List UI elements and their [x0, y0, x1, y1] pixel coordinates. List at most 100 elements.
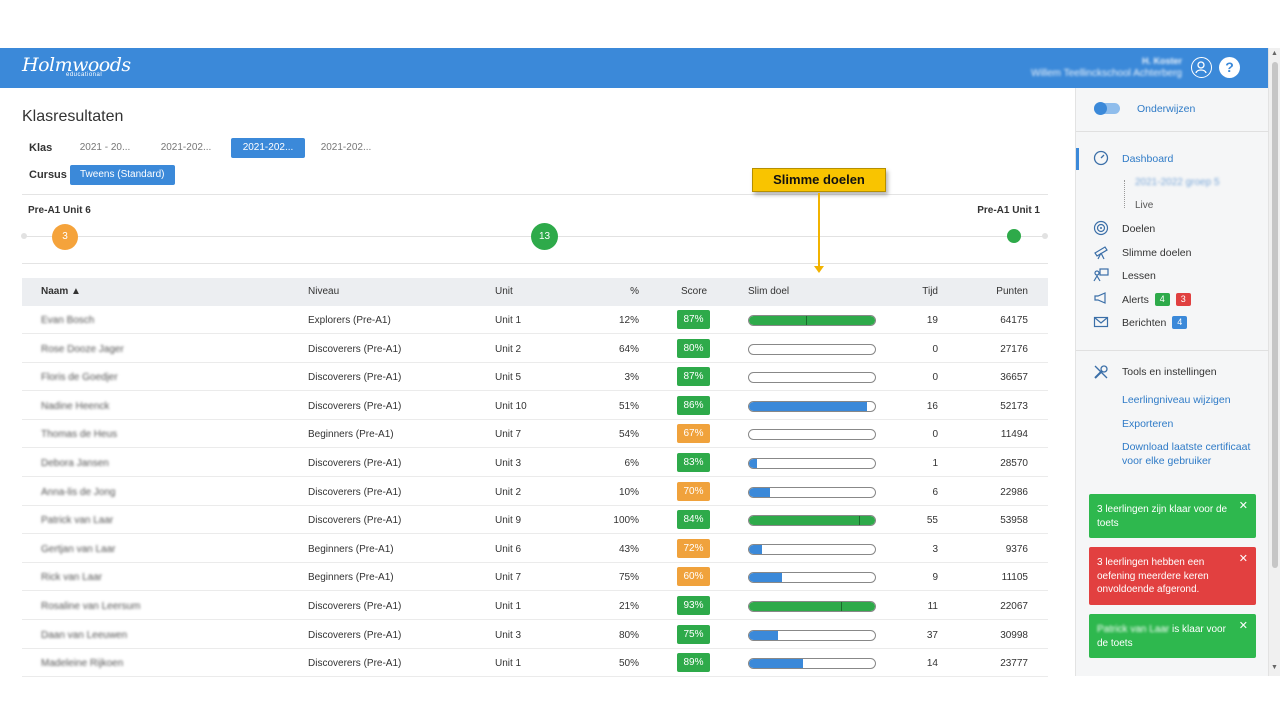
sidebar-item-dashboard[interactable]: Dashboard — [1122, 153, 1173, 165]
smart-goal-bar[interactable] — [748, 458, 876, 469]
table-row[interactable]: Patrick van Laar Discoverers (Pre-A1) Unit… — [22, 506, 1048, 535]
sidebar-item-berichten[interactable]: Berichten 4 — [1122, 316, 1188, 329]
table-row[interactable]: Gertjan van Laar Beginners (Pre-A1) Unit 6… — [22, 535, 1048, 563]
onderwijzen-link[interactable]: Onderwijzen — [1137, 103, 1195, 115]
smart-goal-bar[interactable] — [748, 515, 876, 527]
column-header-unit[interactable]: Unit — [495, 286, 513, 297]
column-header-punten[interactable]: Punten — [996, 286, 1028, 297]
course-tweens-button[interactable]: Tweens (Standard) — [70, 165, 175, 185]
column-header-slim-doel[interactable]: Slim doel — [748, 286, 789, 297]
smart-goal-bar-fill — [749, 573, 782, 583]
callout-arrow-line — [818, 193, 820, 267]
table-row[interactable]: Evan Bosch Explorers (Pre-A1) Unit 1 12% 87%… — [22, 306, 1048, 334]
student-points: 28570 — [1000, 458, 1028, 469]
column-header-naam[interactable]: Naam ▲ — [41, 286, 81, 297]
student-level: Discoverers (Pre-A1) — [308, 372, 402, 384]
smart-goal-bar[interactable] — [748, 315, 876, 326]
sidebar-item-slimme-doelen[interactable]: Slimme doelen — [1122, 247, 1191, 259]
class-tab-2[interactable]: 2021-202... — [149, 138, 223, 158]
sidebar-item-doelen[interactable]: Doelen — [1122, 223, 1155, 235]
student-level: Explorers (Pre-A1) — [308, 315, 391, 326]
smart-goal-bar[interactable] — [748, 429, 876, 441]
table-row[interactable]: Rose Dooze Jager Discoverers (Pre-A1) Unit… — [22, 335, 1048, 363]
smart-goal-bar[interactable] — [748, 400, 876, 412]
page-scrollbar[interactable]: ▲ ▼ — [1268, 48, 1280, 676]
score-badge: 70% — [677, 481, 710, 501]
alerts-green-badge[interactable]: 4 — [1154, 293, 1170, 306]
student-name: Nadine Heenck — [41, 400, 110, 412]
sidebar-sub-live[interactable]: Live — [1135, 200, 1153, 211]
table-row[interactable]: Nadine Heenck Discoverers (Pre-A1) Unit 10… — [22, 392, 1048, 420]
progress-marker-orange[interactable]: 3 — [52, 224, 78, 250]
holmwoods-logo[interactable]: Holmwoods educational — [22, 54, 131, 78]
sidebar-item-lessen[interactable]: Lessen — [1122, 270, 1156, 282]
smart-goal-bar[interactable] — [748, 486, 876, 498]
close-icon[interactable]: ✕ — [1239, 500, 1248, 514]
alerts-red-badge[interactable]: 3 — [1175, 293, 1191, 306]
smart-goal-target-tick — [805, 316, 807, 325]
student-level: Discoverers (Pre-A1) — [308, 629, 402, 641]
slimme-doelen-callout: Slimme doelen — [752, 168, 886, 192]
table-row[interactable]: Thomas de Heus Beginners (Pre-A1) Unit 7 54… — [22, 420, 1048, 449]
exporteren-link[interactable]: Exporteren — [1122, 418, 1173, 430]
table-row[interactable]: Rick van Laar Beginners (Pre-A1) Unit 7 75%… — [22, 563, 1048, 592]
student-percentage: 3% — [624, 372, 639, 384]
top-header: Holmwoods educational H. Koster Willem T… — [0, 48, 1268, 88]
student-level: Beginners (Pre-A1) — [308, 572, 394, 584]
student-unit: Unit 10 — [495, 400, 527, 412]
berichten-badge[interactable]: 4 — [1172, 316, 1188, 329]
download-certificaat-link[interactable]: Download laatste certificaat voor elke g… — [1122, 441, 1260, 468]
table-row[interactable]: Daan van Leeuwen Discoverers (Pre-A1) Unit… — [22, 621, 1048, 649]
column-header-score[interactable]: Score — [681, 286, 707, 297]
user-school: Willem Teellinckschool Achterberg — [1031, 68, 1182, 79]
smart-goal-bar[interactable] — [748, 572, 876, 584]
smart-goal-bar[interactable] — [748, 601, 876, 612]
student-time: 1 — [932, 458, 938, 469]
class-tab-3-active[interactable]: 2021-202... — [231, 138, 305, 158]
right-sidebar: Onderwijzen Dashboard 2021-2022 groep 5 … — [1075, 88, 1269, 676]
table-row[interactable]: Debora Jansen Discoverers (Pre-A1) Unit 3 6… — [22, 449, 1048, 477]
smart-goal-bar[interactable] — [748, 543, 876, 555]
smart-goal-target-tick — [858, 516, 860, 526]
help-icon[interactable]: ? — [1219, 57, 1240, 78]
progress-marker-end[interactable] — [1007, 229, 1021, 243]
scroll-up-arrow-icon[interactable]: ▲ — [1271, 50, 1278, 57]
student-points: 30998 — [1000, 629, 1028, 641]
toast-text: 3 leerlingen hebben een oefening meerder… — [1097, 557, 1209, 595]
student-percentage: 6% — [624, 458, 639, 469]
column-header-niveau[interactable]: Niveau — [308, 286, 339, 297]
student-time: 9 — [932, 572, 938, 584]
leerlingniveau-link[interactable]: Leerlingniveau wijzigen — [1122, 394, 1231, 406]
student-time: 0 — [932, 343, 938, 355]
smart-goal-bar[interactable] — [748, 629, 876, 641]
class-tab-4[interactable]: 2021-202... — [309, 138, 383, 158]
close-icon[interactable]: ✕ — [1239, 620, 1248, 634]
table-row[interactable]: Anna-lis de Jong Discoverers (Pre-A1) Unit… — [22, 478, 1048, 506]
column-header-pct[interactable]: % — [630, 286, 639, 297]
score-badge: 83% — [677, 453, 710, 472]
student-percentage: 12% — [618, 315, 639, 326]
scroll-down-arrow-icon[interactable]: ▼ — [1271, 664, 1278, 671]
user-account-icon[interactable] — [1191, 57, 1212, 78]
table-row[interactable]: Madeleine Rijkoen Discoverers (Pre-A1) Uni… — [22, 649, 1048, 678]
onderwijzen-toggle[interactable] — [1094, 102, 1120, 115]
smart-goal-bar[interactable] — [748, 343, 876, 355]
score-badge: 80% — [677, 338, 710, 358]
class-tab-1[interactable]: 2021 - 20... — [68, 138, 142, 158]
student-time: 6 — [932, 486, 938, 498]
sidebar-sub-group[interactable]: 2021-2022 groep 5 — [1135, 177, 1220, 188]
student-percentage: 80% — [618, 629, 639, 641]
smart-goal-bar[interactable] — [748, 658, 876, 670]
smart-goal-bar[interactable] — [748, 372, 876, 384]
divider — [22, 194, 1048, 195]
close-icon[interactable]: ✕ — [1239, 553, 1248, 567]
student-name: Rose Dooze Jager — [41, 343, 124, 355]
table-row[interactable]: Floris de Goedjer Discoverers (Pre-A1) Uni… — [22, 363, 1048, 392]
score-badge: 87% — [677, 367, 710, 387]
table-row[interactable]: Rosaline van Leersum Discoverers (Pre-A1)… — [22, 592, 1048, 620]
user-name: H. Koster — [1141, 56, 1182, 66]
progress-marker-green[interactable]: 13 — [531, 223, 558, 250]
column-header-tijd[interactable]: Tijd — [922, 286, 938, 297]
sidebar-item-alerts[interactable]: Alerts 4 3 — [1122, 293, 1191, 306]
scrollbar-thumb[interactable] — [1272, 62, 1278, 568]
